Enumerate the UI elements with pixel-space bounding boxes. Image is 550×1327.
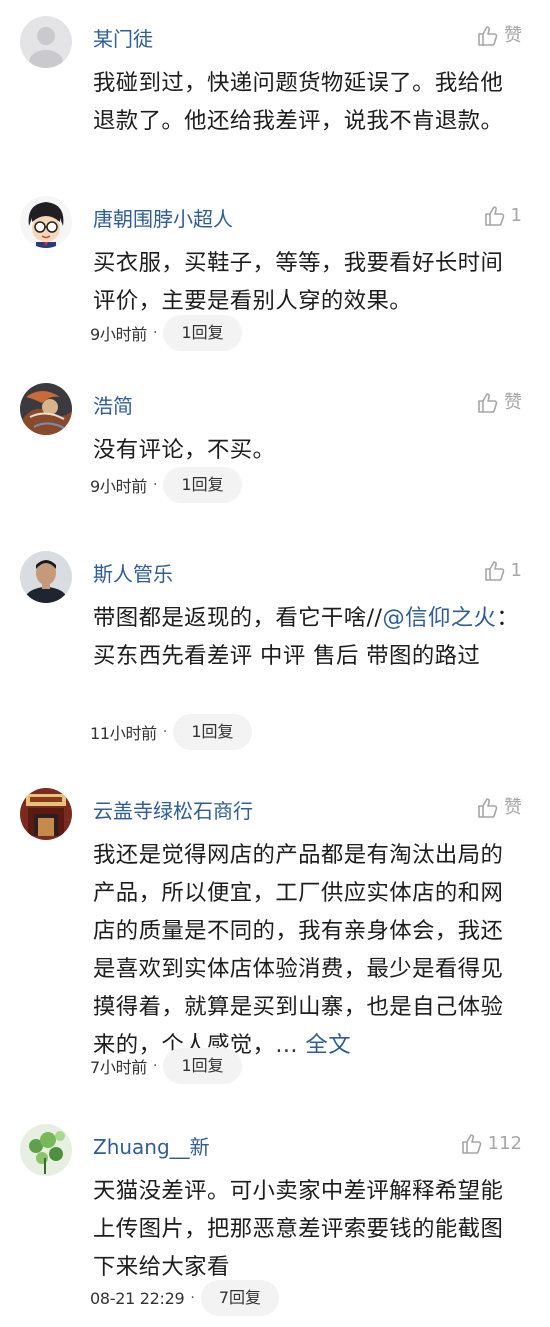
comment-text: 天猫没差评。可小卖家中差评解释希望能上传图片，把那恶意差评索要钱的能截图下来给大… (93, 1178, 504, 1280)
like-button[interactable]: 赞 (476, 391, 522, 415)
like-label: 赞 (504, 797, 522, 818)
like-label: 1 (510, 205, 522, 226)
like-button[interactable]: 112 (460, 1132, 522, 1156)
like-button[interactable]: 赞 (476, 796, 522, 820)
like-button[interactable]: 赞 (476, 24, 522, 48)
thumbs-up-icon (461, 1134, 481, 1154)
like-label: 赞 (504, 25, 522, 46)
separator: · (152, 325, 158, 341)
like-label: 112 (487, 1133, 522, 1154)
username[interactable]: 斯人管乐 (93, 561, 173, 587)
comment-text: 我碰到过，快递问题货物延误了。我给他退款了。他还给我差评，说我不肯退款。 (93, 70, 504, 134)
ellipsis: ... (275, 1032, 298, 1058)
comment-text-part: 我还是觉得网店的产品都是有淘汰出局的产品，所以便宜，工厂供应实体店的和网店的质量… (93, 842, 504, 1058)
comment-meta: 08-21 22:29 · 7回复 (90, 1280, 280, 1316)
reply-button[interactable]: 1回复 (173, 714, 252, 750)
avatar[interactable] (20, 16, 72, 68)
full-text-link[interactable]: 全文 (305, 1032, 351, 1058)
thumbs-up-icon (484, 561, 504, 581)
timestamp: 08-21 22:29 (90, 1288, 185, 1308)
reply-button[interactable]: 1回复 (163, 467, 242, 503)
username[interactable]: Zhuang__新 (93, 1134, 210, 1160)
avatar[interactable] (20, 1124, 72, 1176)
thumbs-up-icon (478, 26, 498, 46)
reply-button[interactable]: 7回复 (200, 1280, 280, 1316)
mention-link[interactable]: @信仰之火 (382, 605, 496, 631)
reply-button[interactable]: 1回复 (163, 315, 242, 351)
timestamp: 9小时前 (90, 477, 147, 496)
separator: · (152, 477, 158, 493)
username[interactable]: 某门徒 (93, 26, 153, 52)
reply-button[interactable]: 1回复 (163, 1048, 242, 1084)
timestamp: 7小时前 (90, 1058, 147, 1077)
avatar[interactable] (20, 383, 72, 435)
like-button[interactable]: 1 (483, 559, 522, 583)
avatar[interactable] (20, 196, 72, 248)
thumbs-up-icon (478, 393, 498, 413)
comment-meta: 9小时前 · 1回复 (90, 467, 242, 503)
username[interactable]: 浩简 (93, 393, 133, 419)
comment-text: 带图都是返现的，看它干啥//@信仰之火：买东西先看差评 中评 售后 带图的路过 (93, 599, 525, 675)
separator: · (162, 724, 168, 740)
thumbs-up-icon (478, 798, 498, 818)
comment-text-part: 带图都是返现的，看它干啥// (93, 605, 383, 631)
like-button[interactable]: 1 (483, 204, 522, 228)
username[interactable]: 云盖寺绿松石商行 (93, 798, 253, 824)
comment-meta: 9小时前 · 1回复 (90, 315, 242, 351)
timestamp: 9小时前 (90, 325, 147, 344)
separator: · (190, 1290, 195, 1306)
avatar[interactable] (20, 788, 72, 840)
timestamp: 11小时前 (90, 724, 157, 743)
thumbs-up-icon (484, 206, 504, 226)
like-label: 1 (510, 560, 522, 581)
comment-text: 买衣服，买鞋子，等等，我要看好长时间评价，主要是看别人穿的效果。 (93, 250, 504, 314)
comment-meta: 7小时前 · 1回复 (90, 1048, 242, 1084)
separator: · (152, 1058, 158, 1074)
avatar[interactable] (20, 551, 72, 603)
comment-text: 我还是觉得网店的产品都是有淘汰出局的产品，所以便宜，工厂供应实体店的和网店的质量… (93, 836, 525, 1064)
username[interactable]: 唐朝围脖小超人 (93, 206, 233, 232)
like-label: 赞 (504, 392, 522, 413)
comment-meta: 11小时前 · 1回复 (90, 714, 252, 750)
comment-text: 没有评论，不买。 (93, 437, 276, 463)
